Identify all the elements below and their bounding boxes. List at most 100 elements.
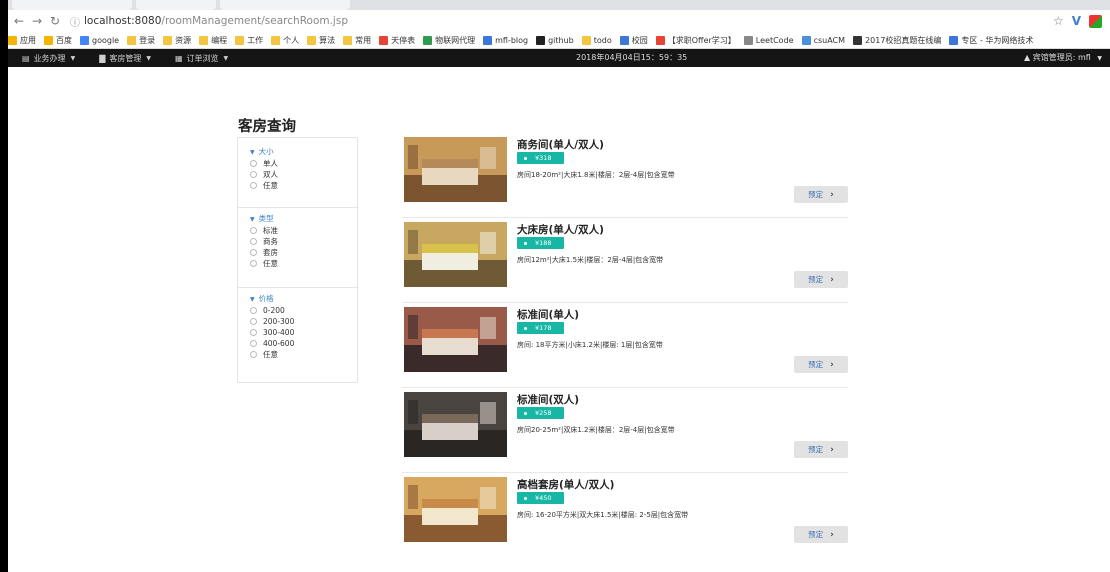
browser-tab[interactable] [220,0,350,10]
bookmark-item[interactable]: mfl-blog [483,35,528,45]
book-button[interactable]: 预定 › [794,186,848,203]
browser-tab[interactable] [136,0,216,10]
bookmark-item[interactable]: 工作 [235,35,263,46]
book-button[interactable]: 预定 › [794,356,848,373]
reload-icon[interactable]: ↻ [48,14,62,28]
bookmark-item[interactable]: todo [581,35,612,45]
info-icon: ⓘ [70,17,80,29]
tag-dot-icon [524,326,527,330]
bookmark-icon [949,35,959,45]
filter-option[interactable]: 套房 [250,247,357,258]
bookmark-item[interactable]: 个人 [271,35,299,46]
price-tag: ¥450 [517,492,564,504]
filter-option-label: 标准 [263,226,278,235]
bookmark-item[interactable]: 算法 [307,35,335,46]
star-icon[interactable]: ☆ [1053,14,1064,28]
bookmark-item[interactable]: 应用 [8,35,36,46]
filter-option[interactable]: 200-300 [250,316,357,327]
filter-option[interactable]: 任意 [250,349,357,360]
bookmark-item[interactable]: 常用 [343,35,371,46]
bookmark-icon [581,35,591,45]
filter-option[interactable]: 双人 [250,169,357,180]
filter-section-title[interactable]: ▼ 类型 [250,213,357,225]
radio-icon[interactable] [250,171,257,178]
filter-option[interactable]: 商务 [250,236,357,247]
bookmark-icon [743,35,753,45]
filter-option[interactable]: 任意 [250,258,357,269]
room-name: 大床房(单人/双人) [517,224,604,236]
radio-icon[interactable] [250,260,257,267]
filter-option-label: 0-200 [263,306,285,315]
user-label: 宾馆管理员: mfl [1032,53,1091,62]
radio-icon[interactable] [250,238,257,245]
bookmark-item[interactable]: 【求职Offer学习】 [655,35,736,46]
bookmark-item[interactable]: google [80,35,119,45]
app-navbar: ▤ 业务办理 ▼ ▇ 客房管理 ▼ ▦ 订单浏览 ▼ 2018年04月04日15… [8,49,1110,67]
price-tag: ¥188 [517,237,564,249]
room-description: 房间18-20m²|大床1.8米|楼层：2层-4层|包含宽带 [517,171,675,179]
radio-icon[interactable] [250,318,257,325]
bookmark-icon [619,35,629,45]
price-value: ¥188 [535,239,552,247]
bookmark-icon [379,35,389,45]
filter-section-title[interactable]: ▼ 大小 [250,146,357,158]
book-button[interactable]: 预定 › [794,441,848,458]
chevron-right-icon: › [830,189,834,200]
filter-option[interactable]: 单人 [250,158,357,169]
radio-icon[interactable] [250,160,257,167]
bookmark-label: 专区 - 华为网络技术 [961,35,1034,45]
bookmark-item[interactable]: 百度 [44,35,72,46]
book-button[interactable]: 预定 › [794,271,848,288]
divider [402,302,848,303]
menu-business[interactable]: ▤ 业务办理 ▼ [22,53,75,64]
filter-option[interactable]: 标准 [250,225,357,236]
room-photo [404,137,507,202]
bookmark-item[interactable]: 天停表 [379,35,415,46]
bookmark-item[interactable]: 校园 [619,35,648,46]
bookmark-item[interactable]: 专区 - 华为网络技术 [949,35,1033,46]
filter-option-label: 300-400 [263,328,295,337]
filter-option-label: 单人 [263,159,278,168]
url-path: /roomManagement/searchRoom.jsp [161,15,348,27]
menu-orders[interactable]: ▦ 订单浏览 ▼ [175,53,228,64]
filter-option[interactable]: 任意 [250,180,357,191]
bookmark-item[interactable]: csuACM [801,35,845,45]
url-field[interactable]: ⓘ localhost:8080/roomManagement/searchRo… [70,12,1040,30]
browser-window: ← → ↻ ⓘ localhost:8080/roomManagement/se… [0,0,1110,572]
filter-option-label: 200-300 [263,317,295,326]
bookmark-item[interactable]: 编程 [199,35,227,46]
room-description: 房间12m²|大床1.5米|楼层：2层-4层|包含宽带 [517,256,664,264]
filter-option[interactable]: 300-400 [250,327,357,338]
radio-icon[interactable] [250,329,257,336]
radio-icon[interactable] [250,249,257,256]
radio-icon[interactable] [250,307,257,314]
room-name: 商务间(单人/双人) [517,139,604,151]
extension-icon[interactable] [1089,14,1102,28]
radio-icon[interactable] [250,340,257,347]
radio-icon[interactable] [250,351,257,358]
menu-label: 客房管理 [109,53,142,63]
bookmark-item[interactable]: github [536,35,574,45]
radio-icon[interactable] [250,182,257,189]
radio-icon[interactable] [250,227,257,234]
back-icon[interactable]: ← [12,14,26,28]
extension-icon[interactable]: V [1072,14,1081,28]
bookmark-item[interactable]: 物联网代理 [423,35,475,46]
bookmark-item[interactable]: 资源 [163,35,191,46]
bookmark-icon [8,35,17,45]
filter-option[interactable]: 0-200 [250,305,357,316]
room-name: 高档套房(单人/双人) [517,479,615,491]
filter-option[interactable]: 400-600 [250,338,357,349]
room-description: 房间: 18平方米|小床1.2米|楼层: 1层|包含宽带 [517,341,663,349]
bookmark-item[interactable]: 登录 [127,35,155,46]
filter-section-title[interactable]: ▼ 价格 [250,293,357,305]
browser-tab[interactable] [12,0,132,10]
menu-rooms[interactable]: ▇ 客房管理 ▼ [99,53,151,64]
bookmark-item[interactable]: 2017校招真题在线编 [853,35,941,46]
forward-icon[interactable]: → [30,14,44,28]
user-menu[interactable]: ▲ 宾馆管理员: mfl ▼ [1024,49,1102,67]
book-button[interactable]: 预定 › [794,526,848,543]
book-button-label: 预定 [808,445,824,454]
filter-section-title-label: 类型 [258,214,274,223]
bookmark-item[interactable]: LeetCode [743,35,794,45]
